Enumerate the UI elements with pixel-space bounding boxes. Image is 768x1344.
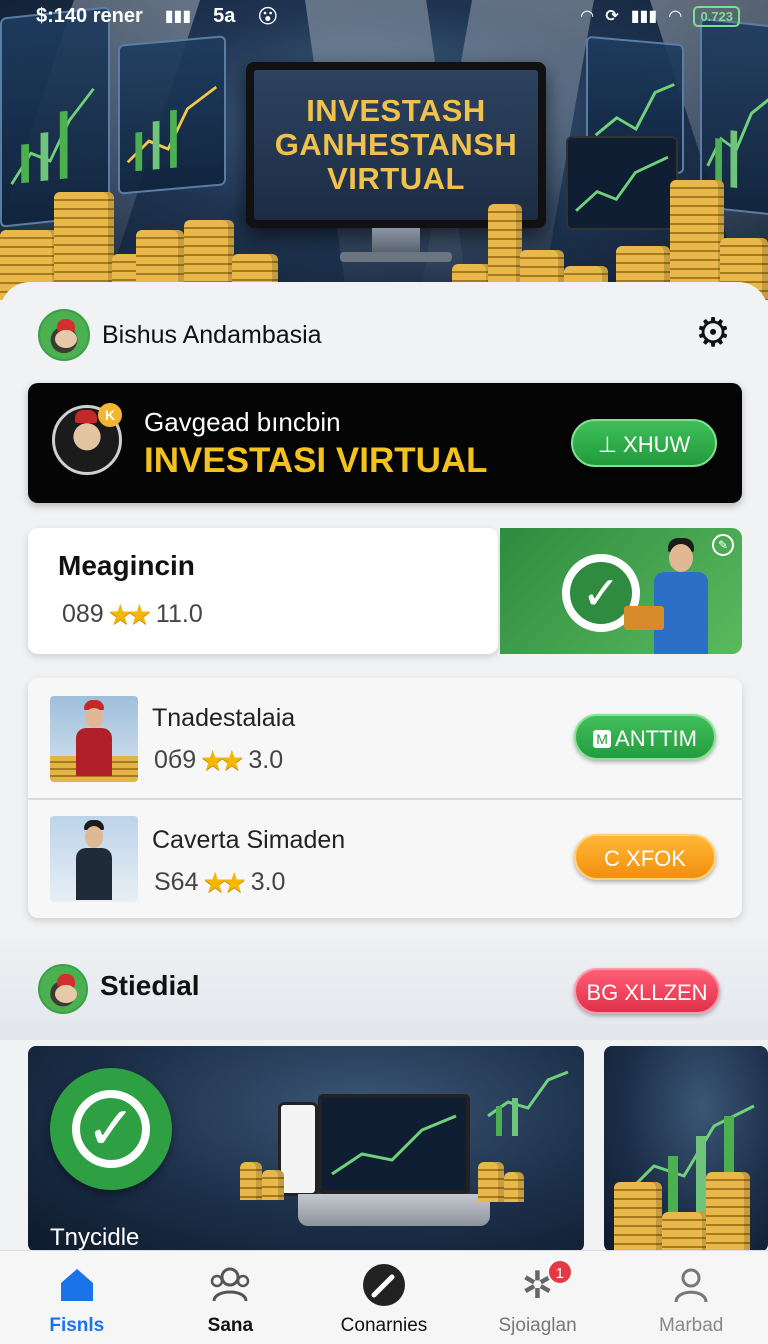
list-item-action-button[interactable]: C XFOK	[574, 834, 716, 880]
check-circle-icon: ✓	[50, 1068, 172, 1190]
home-icon	[55, 1263, 99, 1307]
list-item-thumbnail	[50, 816, 138, 902]
coin-stack	[662, 1212, 708, 1252]
notification-badge: 1	[546, 1259, 573, 1285]
tile-label: Tnycidle	[50, 1224, 140, 1251]
wifi-icon: ◠	[581, 8, 594, 25]
featured-card[interactable]: Meagincin 089 ★★ 11.0 ✓ ✎	[28, 528, 742, 654]
featured-card-info: Meagincin 089 ★★ 11.0	[28, 528, 498, 654]
laptop	[624, 606, 664, 630]
nav-item-pencil[interactable]: Conarnies	[307, 1251, 461, 1344]
laptop-screen	[566, 136, 678, 230]
status-time: 5a	[213, 4, 236, 27]
users-icon	[208, 1263, 252, 1307]
phone	[278, 1102, 318, 1196]
user-icon	[669, 1263, 713, 1307]
monitor-title: INVESTASH GANHESTANSH VIRTUAL	[254, 70, 538, 220]
nav-item-users[interactable]: Sana	[154, 1251, 308, 1344]
nav-item-settings[interactable]: ✲ 1 Sjoiaglan	[461, 1251, 615, 1344]
featured-title: Meagincin	[58, 550, 195, 581]
avatar[interactable]	[38, 309, 90, 361]
battery-indicator: 0.723	[693, 5, 740, 27]
emoji-icon: 😮	[257, 5, 279, 28]
rating-prefix: 0б9	[154, 746, 197, 774]
rating-prefix: 089	[62, 600, 104, 628]
banner-subtitle: Gavgead bıncbin	[144, 407, 341, 437]
list-item-rating: 0б9 ★★ 3.0	[154, 744, 283, 777]
hero-banner: INVESTASH GANHESTANSH VIRTUAL $:140 rene…	[0, 0, 768, 300]
laptop-base	[298, 1194, 490, 1226]
section-title: Stiedial	[100, 970, 200, 1001]
button-icon: M	[593, 730, 612, 748]
list-item-title: Caverta Simaden	[152, 826, 346, 854]
star-icon: ★★	[107, 599, 152, 630]
profile-name: Bishus Andambasia	[102, 320, 322, 349]
sync-icon: ⟳	[605, 8, 619, 25]
rating-value: 3.0	[250, 868, 286, 896]
list-item-rating: S64 ★★ 3.0	[154, 866, 285, 899]
nav-item-home[interactable]: Fisnls	[0, 1251, 154, 1344]
signal-icon: ▮▮▮	[630, 8, 658, 25]
chart-panel-left-2	[118, 35, 226, 195]
star-icon: ★★	[200, 745, 244, 776]
list-item-action-button[interactable]: M ANTTIM	[574, 714, 716, 760]
edit-icon[interactable]: ✎	[712, 534, 734, 556]
wifi-icon: ◠	[669, 8, 682, 25]
banner-title: INVESTASI VIRTUAL	[144, 441, 488, 480]
rating-value: 3.0	[248, 746, 284, 774]
nav-item-profile[interactable]: Marbad	[614, 1251, 768, 1344]
promo-tile[interactable]: ✓ Tnycidle	[28, 1046, 584, 1252]
banner-badge: K	[98, 403, 122, 427]
signal-icon: ▮▮▮	[164, 8, 192, 25]
list-item-thumbnail	[50, 696, 138, 782]
laptop-screen	[318, 1094, 470, 1194]
coin-stack	[706, 1172, 750, 1252]
coin-stack	[478, 1162, 504, 1202]
status-left-text: $:140 rener	[36, 4, 143, 27]
featured-rating: 089 ★★ 11.0	[62, 598, 203, 631]
rating-prefix: S64	[154, 868, 199, 896]
coin-stack	[262, 1170, 284, 1200]
star-icon: ★★	[202, 867, 246, 898]
coin-stack	[240, 1162, 262, 1200]
divider	[28, 798, 742, 800]
coin-stack	[614, 1182, 662, 1252]
promo-banner[interactable]: K Gavgead bıncbin INVESTASI VIRTUAL ⊥ XH…	[28, 383, 742, 503]
bottom-navigation: Fisnls Sana Conarnies ✲ 1 Sjoiaglan Marb…	[0, 1250, 768, 1344]
rating-value: 11.0	[155, 600, 203, 628]
featured-card-image: ✓ ✎	[500, 528, 742, 654]
promo-tile[interactable]	[604, 1046, 768, 1252]
list-item-title: Tnadestalaia	[152, 704, 296, 732]
banner-action-button[interactable]: ⊥ XHUW	[571, 419, 717, 467]
investment-list: Tnadestalaia 0б9 ★★ 3.0 M ANTTIM Caverta …	[28, 678, 742, 918]
status-bar: $:140 rener ▮▮▮ 5a 😮 ◠ ⟳ ▮▮▮ ◠ 0.723	[0, 0, 768, 32]
section-avatar	[38, 964, 88, 1014]
coin-stack	[504, 1172, 524, 1202]
section-action-button[interactable]: BG XLLZEN	[574, 968, 720, 1014]
pencil-icon	[362, 1263, 406, 1307]
presenter-figure	[640, 538, 720, 654]
profile-header[interactable]: Bishus Andambasia	[38, 309, 322, 361]
monitor-stand	[372, 228, 420, 254]
monitor-base	[340, 252, 452, 262]
gear-icon[interactable]: ⚙	[692, 312, 734, 354]
